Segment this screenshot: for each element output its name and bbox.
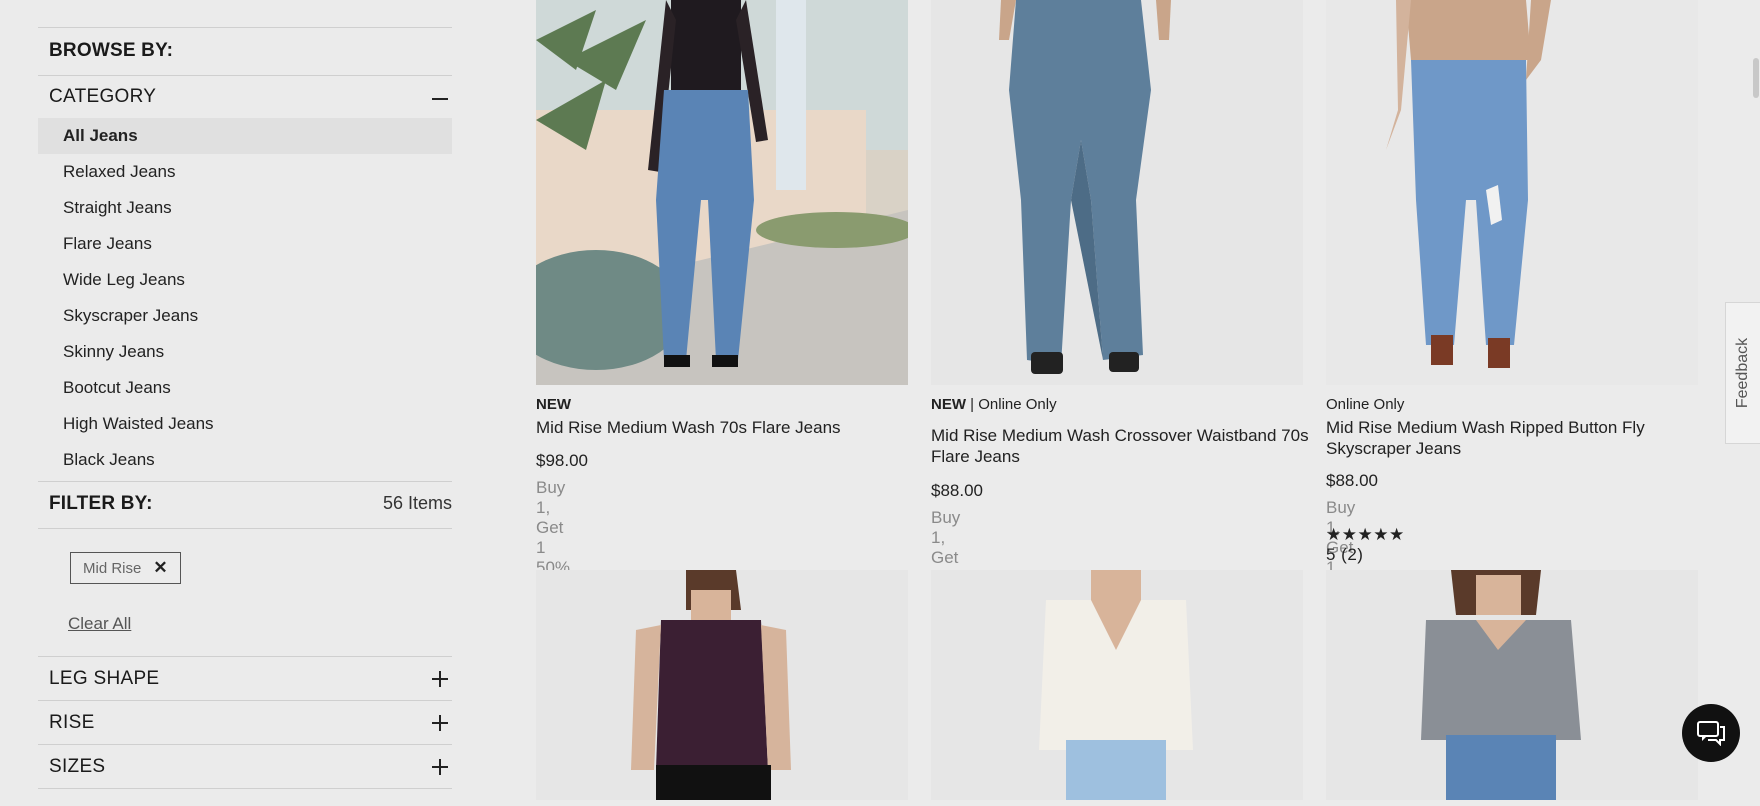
collapse-icon: [432, 91, 448, 107]
category-item-all-jeans[interactable]: All Jeans: [38, 118, 452, 154]
category-item-black-jeans[interactable]: Black Jeans: [38, 442, 452, 478]
browse-by-heading: BROWSE BY:: [49, 40, 174, 61]
category-header[interactable]: CATEGORY: [38, 76, 452, 118]
category-item-wide-leg-jeans[interactable]: Wide Leg Jeans: [38, 262, 452, 298]
category-item-skinny-jeans[interactable]: Skinny Jeans: [38, 334, 452, 370]
category-item-high-waisted-jeans[interactable]: High Waisted Jeans: [38, 406, 452, 442]
product-image[interactable]: [536, 0, 908, 385]
product-name[interactable]: Mid Rise Medium Wash 70s Flare Jeans: [536, 417, 916, 438]
product-price: $98.00: [536, 451, 588, 470]
divider: [38, 481, 452, 482]
product-image[interactable]: [931, 0, 1303, 385]
filter-by-heading: FILTER BY:: [49, 493, 153, 514]
item-count: 56 Items: [382, 493, 452, 513]
category-item-flare-jeans[interactable]: Flare Jeans: [38, 226, 452, 262]
rating-value: 5 (2): [1326, 545, 1364, 564]
product-image[interactable]: [536, 570, 908, 800]
product-name[interactable]: Mid Rise Medium Wash Ripped Button Fly S…: [1326, 417, 1706, 459]
category-title: CATEGORY: [49, 86, 157, 107]
chat-icon: [1697, 721, 1725, 746]
category-item-skyscraper-jeans[interactable]: Skyscraper Jeans: [38, 298, 452, 334]
scrollbar-thumb[interactable]: [1753, 58, 1759, 98]
product-name[interactable]: Mid Rise Medium Wash Crossover Waistband…: [931, 425, 1311, 467]
clear-all-link[interactable]: Clear All: [68, 614, 131, 634]
star-rating-icon: ★★★★★: [1326, 525, 1405, 544]
leg-shape-section[interactable]: LEG SHAPE: [38, 657, 452, 700]
product-image[interactable]: [1326, 0, 1698, 385]
expand-icon: [432, 671, 448, 687]
expand-icon: [432, 759, 448, 775]
rise-title: RISE: [49, 712, 95, 733]
product-price: $88.00: [931, 481, 983, 500]
divider: [38, 788, 452, 789]
feedback-label: Feedback: [1734, 337, 1751, 409]
leg-shape-title: LEG SHAPE: [49, 668, 160, 689]
expand-icon: [432, 715, 448, 731]
product-tag: NEW: [536, 396, 571, 413]
product-rating[interactable]: ★★★★★ 5 (2): [1326, 525, 1405, 565]
filter-sidebar: BROWSE BY: CATEGORY All Jeans Relaxed Je…: [38, 0, 452, 806]
category-list: All Jeans Relaxed Jeans Straight Jeans F…: [38, 118, 452, 478]
remove-filter-icon[interactable]: ✕: [153, 558, 167, 578]
product-image[interactable]: [931, 570, 1303, 800]
chat-button[interactable]: [1682, 704, 1740, 762]
sizes-title: SIZES: [49, 756, 106, 777]
product-tag: Online Only: [1326, 396, 1405, 413]
feedback-tab[interactable]: Feedback: [1725, 302, 1760, 444]
rise-section[interactable]: RISE: [38, 701, 452, 744]
divider: [38, 27, 452, 28]
product-price: $88.00: [1326, 471, 1378, 490]
active-filter-label: Mid Rise: [83, 559, 142, 577]
sizes-section[interactable]: SIZES: [38, 745, 452, 788]
category-item-relaxed-jeans[interactable]: Relaxed Jeans: [38, 154, 452, 190]
product-image[interactable]: [1326, 570, 1698, 800]
category-item-straight-jeans[interactable]: Straight Jeans: [38, 190, 452, 226]
divider: [38, 528, 452, 529]
category-item-bootcut-jeans[interactable]: Bootcut Jeans: [38, 370, 452, 406]
product-tag: NEW | Online Only: [931, 396, 1057, 413]
active-filter-chip[interactable]: Mid Rise ✕: [70, 552, 181, 584]
